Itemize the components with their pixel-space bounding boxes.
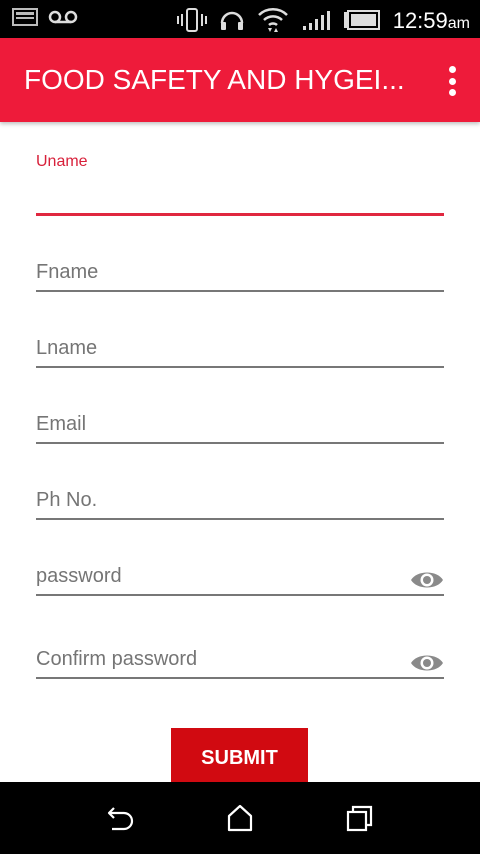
submit-button[interactable]: SUBMIT bbox=[171, 728, 308, 788]
confirm-password-input[interactable]: Confirm password bbox=[36, 642, 444, 682]
eye-icon[interactable] bbox=[410, 651, 444, 675]
clock-ampm: am bbox=[447, 15, 470, 32]
headset-icon bbox=[219, 7, 245, 38]
signal-icon bbox=[301, 9, 331, 36]
fname-underline bbox=[36, 290, 444, 292]
recents-icon[interactable] bbox=[340, 802, 380, 834]
home-icon[interactable] bbox=[220, 802, 260, 834]
confirm-password-placeholder: Confirm password bbox=[36, 648, 198, 670]
email-underline bbox=[36, 442, 444, 444]
email-input[interactable]: Email bbox=[36, 407, 444, 447]
app-title: FOOD SAFETY AND HYGEI... bbox=[24, 64, 404, 95]
password-underline bbox=[36, 594, 444, 596]
phone-input[interactable]: Ph No. bbox=[36, 483, 444, 523]
wifi-icon bbox=[257, 6, 289, 39]
lname-underline bbox=[36, 366, 444, 368]
email-placeholder: Email bbox=[36, 413, 87, 435]
status-bar: 12:59am bbox=[0, 0, 480, 38]
sim-card-icon bbox=[12, 8, 38, 31]
menu-dot bbox=[448, 89, 456, 96]
clock-time: 12:59 bbox=[392, 8, 448, 33]
phone-placeholder: Ph No. bbox=[36, 489, 98, 511]
voicemail-icon bbox=[48, 9, 78, 30]
lname-input[interactable]: Lname bbox=[36, 331, 444, 371]
more-vert-icon[interactable] bbox=[446, 66, 458, 96]
clock: 12:59am bbox=[393, 8, 470, 37]
confirm-password-underline bbox=[36, 677, 444, 679]
password-input[interactable]: password bbox=[36, 559, 444, 599]
uname-underline bbox=[36, 213, 444, 216]
fname-input[interactable]: Fname bbox=[36, 255, 444, 295]
fname-placeholder: Fname bbox=[36, 261, 99, 283]
menu-dot bbox=[448, 66, 456, 73]
back-icon[interactable] bbox=[100, 802, 140, 834]
menu-dot bbox=[448, 77, 456, 85]
battery-icon bbox=[343, 10, 381, 35]
password-placeholder: password bbox=[36, 565, 122, 587]
vibrate-icon bbox=[176, 7, 207, 38]
uname-label: Uname bbox=[36, 153, 88, 170]
lname-placeholder: Lname bbox=[36, 337, 98, 359]
phone-underline bbox=[36, 518, 444, 520]
uname-field[interactable]: Uname bbox=[36, 150, 444, 220]
app-bar: FOOD SAFETY AND HYGEI... bbox=[0, 38, 480, 122]
navigation-bar bbox=[0, 782, 480, 854]
eye-icon[interactable] bbox=[410, 568, 444, 592]
